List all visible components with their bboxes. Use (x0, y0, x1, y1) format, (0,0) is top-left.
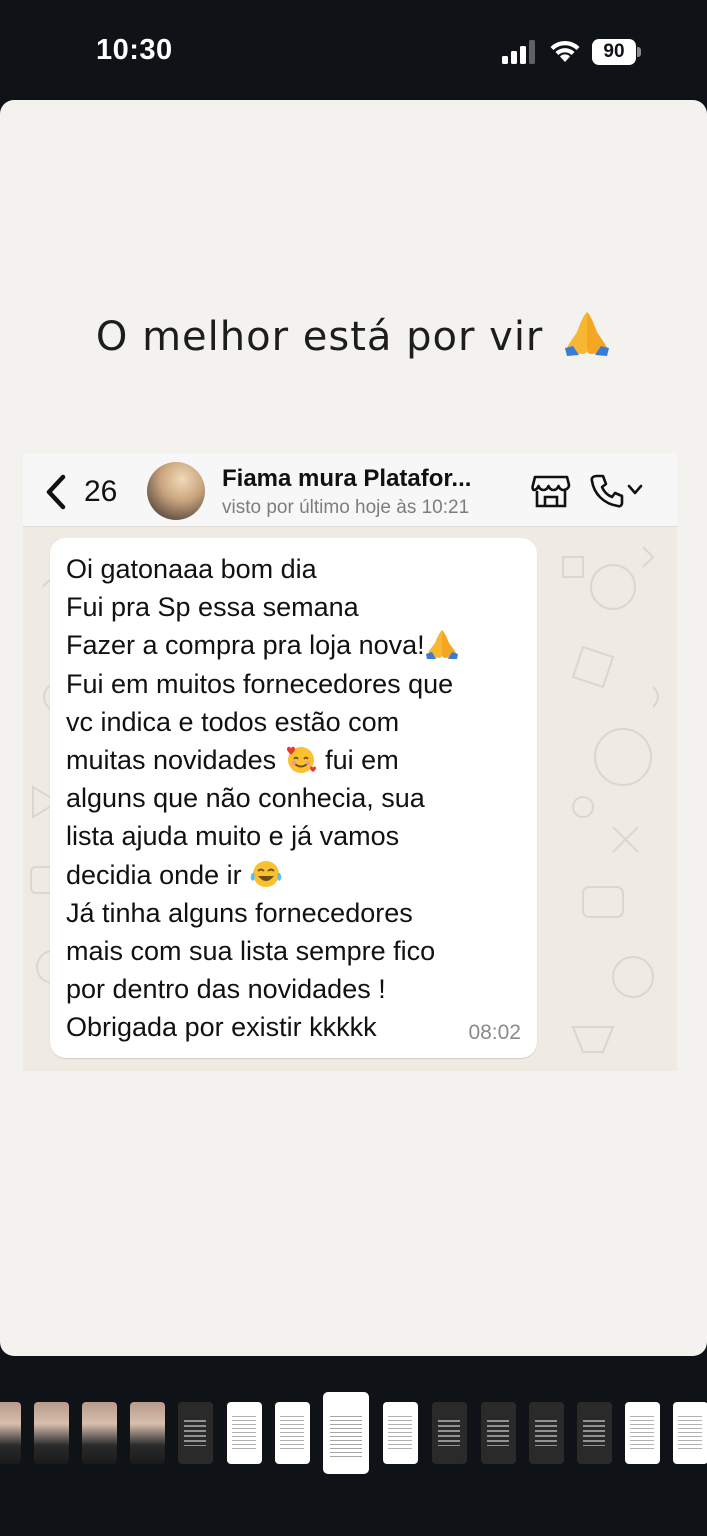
message-bubble[interactable]: Oi gatonaaa bom dia Fui pra Sp essa sema… (50, 538, 537, 1058)
wifi-icon (550, 40, 580, 62)
avatar[interactable] (147, 462, 205, 520)
message-line: muitas novidades fui em (66, 741, 521, 779)
message-text: Fazer a compra pra loja nova! (66, 630, 425, 661)
story-thumbnail[interactable] (130, 1402, 165, 1464)
smiling-face-with-hearts-emoji (286, 746, 316, 774)
story-thumbnail[interactable] (481, 1402, 516, 1464)
story-thumbnail[interactable] (432, 1402, 467, 1464)
message-line: Obrigada por existir kkkkk (66, 1012, 377, 1043)
story-thumbnail[interactable] (34, 1402, 69, 1464)
contact-name[interactable]: Fiama mura Platafor... (222, 465, 471, 493)
back-chevron-icon[interactable] (43, 473, 69, 511)
message-line: vc indica e todos estão com (66, 706, 400, 737)
message-line: lista ajuda muito e já vamos (66, 821, 400, 852)
story-headline: O melhor está por vir (0, 310, 707, 360)
last-seen-status: visto por último hoje às 10:21 (222, 497, 470, 518)
headline-text: O melhor está por vir (95, 314, 544, 360)
chat-header: 26 Fiama mura Platafor... visto por últi… (23, 453, 677, 527)
story-thumbnail[interactable] (577, 1402, 612, 1464)
store-icon[interactable] (531, 473, 571, 509)
message-line: Oi gatonaaa bom dia (66, 554, 317, 584)
status-time: 10:30 (96, 34, 173, 66)
tears-of-joy-emoji (250, 860, 282, 887)
unread-count[interactable]: 26 (84, 475, 117, 509)
folded-hands-emoji (425, 630, 458, 660)
story-thumbnail[interactable] (383, 1402, 418, 1464)
chevron-down-icon[interactable] (627, 484, 643, 496)
story-thumbnail[interactable] (0, 1402, 21, 1464)
battery-icon: 90 (592, 39, 636, 65)
story-thumbnail[interactable] (275, 1402, 310, 1464)
story-thumbnail[interactable] (625, 1402, 660, 1464)
folded-hands-emoji (565, 312, 610, 356)
battery-tip (637, 47, 641, 57)
message-line: Fui em muitos fornecedores que (66, 668, 454, 699)
message-timestamp: 08:02 (468, 1021, 521, 1044)
message-text: fui em (325, 745, 399, 776)
story-thumbnail[interactable] (178, 1402, 213, 1464)
message-line: decidia onde ir (66, 856, 521, 894)
message-line: por dentro das novidades ! (66, 974, 386, 1005)
message-line: Já tinha alguns fornecedores (66, 897, 413, 928)
story-thumbnail-active[interactable] (323, 1392, 369, 1474)
story-card[interactable]: O melhor está por vir 26 Fiama mura Plat… (0, 100, 707, 1356)
story-thumbnail[interactable] (529, 1402, 564, 1464)
status-bar: 10:30 90 (0, 0, 707, 100)
story-thumbnail-strip (0, 1356, 707, 1536)
message-line: Fazer a compra pra loja nova! (66, 626, 521, 664)
message-line: alguns que não conhecia, sua (66, 783, 425, 814)
message-text: decidia onde ir (66, 859, 242, 890)
chat-screenshot: 26 Fiama mura Platafor... visto por últi… (23, 453, 677, 1071)
story-thumbnail[interactable] (82, 1402, 117, 1464)
message-line: mais com sua lista sempre fico (66, 936, 436, 967)
story-thumbnail[interactable] (227, 1402, 262, 1464)
message-line: Fui pra Sp essa semana (66, 592, 359, 623)
cellular-signal-icon (502, 40, 535, 64)
message-text: muitas novidades (66, 745, 277, 776)
phone-icon[interactable] (589, 473, 625, 509)
story-thumbnail[interactable] (673, 1402, 707, 1464)
